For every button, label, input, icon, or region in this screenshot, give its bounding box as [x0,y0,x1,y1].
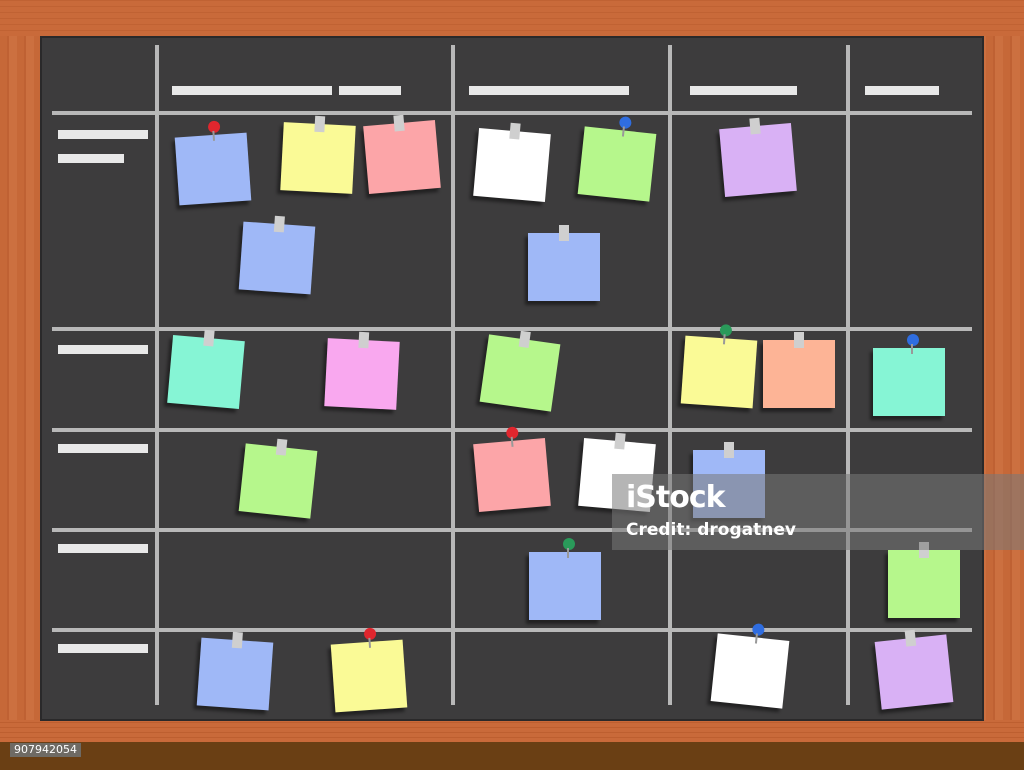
tape-icon [794,332,804,348]
row-header-placeholder [58,154,124,163]
watermark-logo: iStock [626,480,726,515]
row-header-placeholder [58,444,148,453]
sticky-note[interactable] [529,538,601,620]
sticky-note[interactable] [577,116,657,202]
tape-icon [749,117,761,135]
sticky-note[interactable] [710,623,790,709]
grid-line [52,327,972,331]
column-header-placeholder [690,86,797,95]
grid-line [52,111,972,115]
image-id: 907942054 [10,743,81,757]
tape-icon [559,225,569,241]
sticky-note[interactable] [238,215,316,295]
tape-icon [509,122,521,140]
grid-line [451,45,455,705]
pushpin-icon [563,538,575,558]
tape-icon [314,115,326,133]
tape-icon [231,631,243,649]
row-header-placeholder [58,644,148,653]
watermark-credit: Credit: drogatnev [626,520,796,540]
sticky-note[interactable] [196,631,274,711]
row-header-placeholder [58,345,148,354]
sticky-note[interactable] [473,122,551,203]
sticky-note[interactable] [324,331,400,410]
tape-icon [203,329,215,347]
sticky-note[interactable] [874,629,954,710]
sticky-note[interactable] [873,334,945,416]
column-header-placeholder [865,86,939,95]
sticky-note[interactable] [479,330,561,412]
row-header-placeholder [58,544,148,553]
sticky-note[interactable] [528,225,600,301]
sticky-note[interactable] [719,117,797,198]
tape-icon [518,330,531,348]
column-header-placeholder [469,86,629,95]
sticky-note[interactable] [363,114,441,195]
frame-bottom [0,720,1024,742]
tape-icon [275,438,288,456]
tape-icon [358,331,370,349]
grid-line [155,45,159,705]
grid-line [52,628,972,632]
tape-icon [393,114,405,132]
bottom-strip [0,742,1024,770]
watermark: iStock Credit: drogatnev [612,474,1024,550]
sticky-note[interactable] [330,627,408,713]
sticky-note[interactable] [888,542,960,618]
row-header-placeholder [58,130,148,139]
tape-icon [614,432,626,450]
sticky-note[interactable] [174,120,252,206]
column-header-placeholder [172,86,332,95]
sticky-note[interactable] [167,329,245,410]
grid-line [668,45,672,705]
frame-top [0,0,1024,36]
tape-icon [904,629,917,647]
sticky-note[interactable] [680,323,758,409]
tape-icon [273,215,285,233]
sticky-note[interactable] [238,438,318,519]
sticky-note[interactable] [763,332,835,408]
sticky-note[interactable] [280,115,356,194]
tape-icon [724,442,734,458]
grid-line [846,45,850,705]
sticky-note[interactable] [473,426,551,513]
pushpin-icon [907,334,919,354]
column-header-placeholder [339,86,401,95]
